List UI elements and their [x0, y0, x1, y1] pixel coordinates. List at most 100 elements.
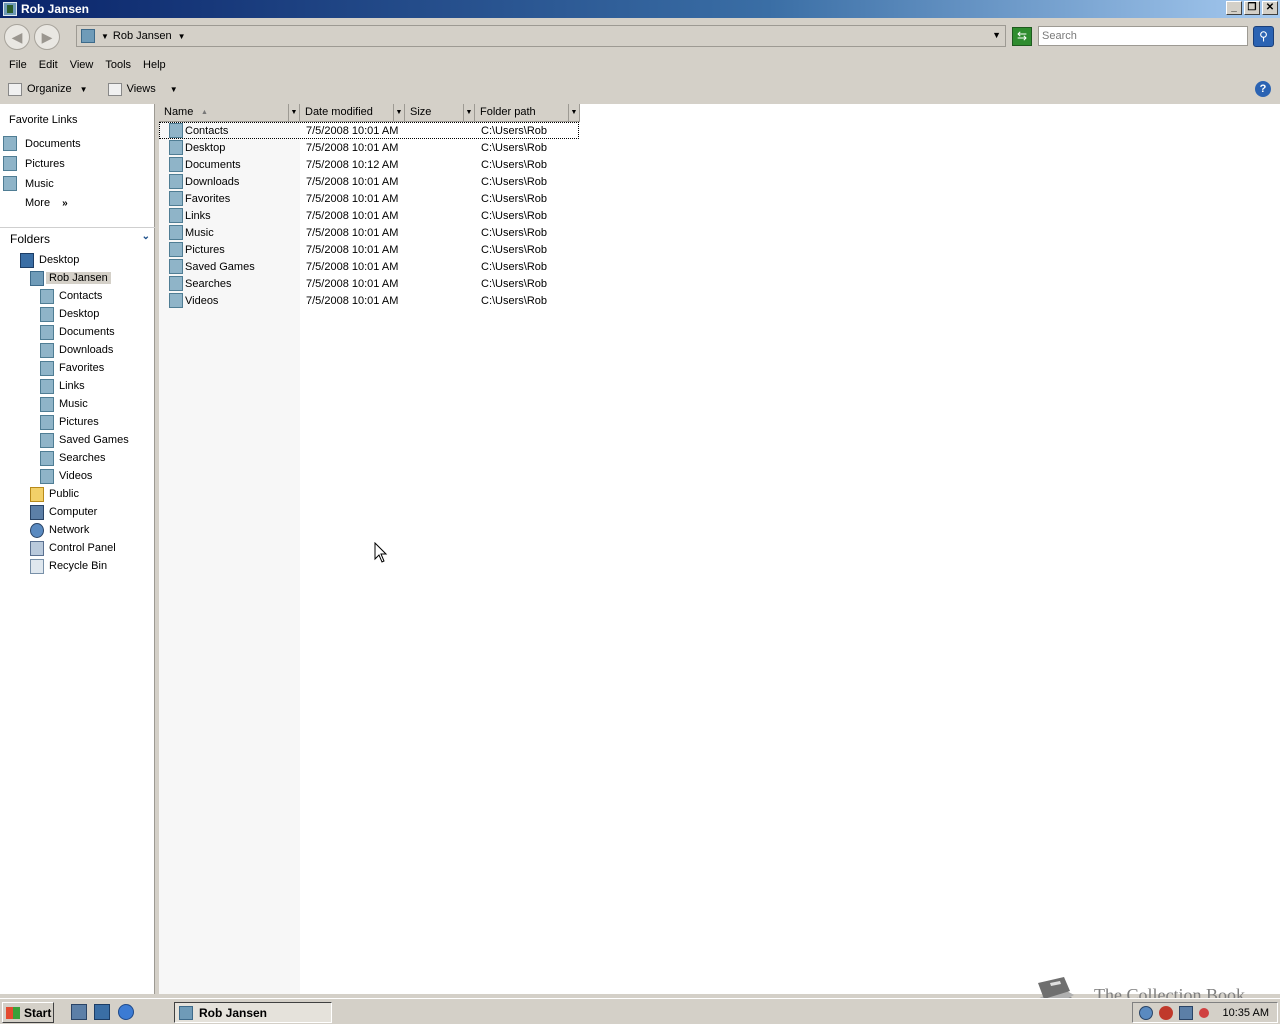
file-list-pane[interactable]: Name ▲ ▼ Date modified ▼ Size ▼ Folder p… — [159, 104, 1280, 994]
tree-item-videos[interactable]: Videos — [40, 468, 92, 484]
file-row-favorites[interactable]: Favorites 7/5/2008 10:01 AM C:\Users\Rob — [159, 190, 579, 207]
more-links-button[interactable]: More » — [25, 197, 68, 209]
file-row-documents[interactable]: Documents 7/5/2008 10:12 AM C:\Users\Rob — [159, 156, 579, 173]
column-header-folder-path[interactable]: Folder path ▼ — [475, 104, 580, 122]
file-row-desktop[interactable]: Desktop 7/5/2008 10:01 AM C:\Users\Rob — [159, 139, 579, 156]
close-button[interactable]: ✕ — [1262, 1, 1278, 15]
tree-item-desktop[interactable]: Desktop — [20, 252, 79, 268]
system-tray: 10:35 AM — [1132, 1002, 1278, 1023]
tree-item-pictures[interactable]: Pictures — [40, 414, 99, 430]
window-controls: _ ❐ ✕ — [1226, 1, 1278, 15]
file-date-modified: 7/5/2008 10:01 AM — [306, 277, 399, 290]
searches-folder-icon — [40, 450, 54, 466]
file-row-downloads[interactable]: Downloads 7/5/2008 10:01 AM C:\Users\Rob — [159, 173, 579, 190]
tree-item-label: Documents — [59, 326, 115, 338]
tree-item-links[interactable]: Links — [40, 378, 85, 394]
column-header-date-modified[interactable]: Date modified ▼ — [300, 104, 405, 122]
tree-item-control-panel[interactable]: Control Panel — [30, 540, 116, 556]
internet-explorer-icon[interactable] — [118, 1004, 134, 1020]
organize-button[interactable]: Organize ▼ — [0, 82, 88, 96]
column-header-size[interactable]: Size ▼ — [405, 104, 475, 122]
restore-icon: ❐ — [1247, 2, 1257, 13]
tree-item-label: Videos — [59, 470, 93, 482]
tree-item-network[interactable]: Network — [30, 522, 89, 538]
public-folder-icon — [30, 486, 44, 502]
tree-item-public[interactable]: Public — [30, 486, 79, 502]
breadcrumb-dropdown-icon[interactable]: ▼ — [178, 32, 186, 41]
tree-item-rob-jansen[interactable]: Rob Jansen — [30, 270, 111, 286]
column-filter-dropdown-icon[interactable]: ▼ — [463, 104, 474, 121]
file-row-music[interactable]: Music 7/5/2008 10:01 AM C:\Users\Rob — [159, 224, 579, 241]
tree-item-computer[interactable]: Computer — [30, 504, 97, 520]
tree-item-desktop-folder[interactable]: Desktop — [40, 306, 99, 322]
file-row-videos[interactable]: Videos 7/5/2008 10:01 AM C:\Users\Rob — [159, 292, 579, 309]
file-date-modified: 7/5/2008 10:01 AM — [306, 294, 399, 307]
search-button[interactable]: ⚲ — [1253, 26, 1274, 47]
tree-item-favorites[interactable]: Favorites — [40, 360, 104, 376]
help-button[interactable]: ? — [1255, 81, 1271, 97]
column-header-name[interactable]: Name ▲ ▼ — [159, 104, 300, 122]
menu-view[interactable]: View — [64, 59, 100, 71]
address-bar[interactable]: ▼ Rob Jansen ▼ ▼ — [76, 25, 1006, 47]
breadcrumb-separator-icon[interactable]: ▼ — [101, 32, 109, 41]
tree-item-downloads[interactable]: Downloads — [40, 342, 113, 358]
address-bar-row: ◀ ▶ ▼ Rob Jansen ▼ ▼ ⇆ Search ⚲ — [0, 22, 1280, 52]
tree-item-label: Downloads — [59, 344, 114, 356]
tree-item-music[interactable]: Music — [40, 396, 88, 412]
restore-button[interactable]: ❐ — [1244, 1, 1260, 15]
tree-item-label: Network — [49, 524, 90, 536]
server-manager-icon[interactable] — [71, 1004, 87, 1020]
column-filter-dropdown-icon[interactable]: ▼ — [288, 104, 299, 121]
search-input[interactable]: Search — [1038, 26, 1248, 46]
back-button[interactable]: ◀ — [4, 24, 30, 50]
show-desktop-icon[interactable] — [94, 1004, 110, 1020]
tree-item-label: Desktop — [59, 308, 100, 320]
favorite-link-pictures[interactable]: Pictures — [3, 156, 65, 171]
system-clock[interactable]: 10:35 AM — [1223, 1007, 1269, 1019]
menu-file[interactable]: File — [3, 59, 33, 71]
breadcrumb-location[interactable]: Rob Jansen — [113, 30, 172, 42]
chevron-down-icon: ⌄ — [141, 231, 150, 242]
videos-folder-icon — [40, 468, 54, 484]
contacts-folder-icon — [40, 288, 54, 304]
menu-tools[interactable]: Tools — [99, 59, 137, 71]
tree-item-saved-games[interactable]: Saved Games — [40, 432, 129, 448]
security-shield-icon[interactable] — [1139, 1005, 1153, 1020]
tree-item-documents[interactable]: Documents — [40, 324, 115, 340]
views-button[interactable]: Views ▼ — [88, 82, 178, 96]
volume-muted-icon[interactable] — [1199, 1007, 1209, 1018]
alert-icon[interactable] — [1159, 1005, 1173, 1020]
user-folder-icon — [179, 1005, 193, 1020]
address-history-dropdown-icon[interactable]: ▼ — [992, 30, 1001, 40]
file-date-modified: 7/5/2008 10:01 AM — [306, 141, 399, 154]
downloads-folder-icon — [169, 174, 183, 189]
taskbar-button-rob-jansen[interactable]: Rob Jansen — [174, 1002, 332, 1023]
file-row-searches[interactable]: Searches 7/5/2008 10:01 AM C:\Users\Rob — [159, 275, 579, 292]
folders-header[interactable]: Folders ⌄ — [0, 227, 155, 249]
column-header-label: Size — [410, 106, 432, 118]
forward-button[interactable]: ▶ — [34, 24, 60, 50]
tree-item-contacts[interactable]: Contacts — [40, 288, 102, 304]
file-row-contacts[interactable]: Contacts 7/5/2008 10:01 AM C:\Users\Rob — [159, 122, 579, 139]
column-filter-dropdown-icon[interactable]: ▼ — [393, 104, 404, 121]
refresh-button[interactable]: ⇆ — [1012, 27, 1032, 46]
file-row-saved-games[interactable]: Saved Games 7/5/2008 10:01 AM C:\Users\R… — [159, 258, 579, 275]
favorite-link-music[interactable]: Music — [3, 176, 54, 191]
title-bar[interactable]: Rob Jansen _ ❐ ✕ — [0, 0, 1280, 18]
window-title: Rob Jansen — [21, 2, 90, 16]
start-button[interactable]: Start — [2, 1002, 54, 1023]
menu-edit[interactable]: Edit — [33, 59, 64, 71]
file-row-pictures[interactable]: Pictures 7/5/2008 10:01 AM C:\Users\Rob — [159, 241, 579, 258]
column-filter-dropdown-icon[interactable]: ▼ — [568, 104, 579, 121]
file-folder-path: C:\Users\Rob — [481, 124, 548, 137]
minimize-button[interactable]: _ — [1226, 1, 1242, 15]
close-icon: ✕ — [1265, 2, 1275, 13]
file-row-links[interactable]: Links 7/5/2008 10:01 AM C:\Users\Rob — [159, 207, 579, 224]
tree-item-searches[interactable]: Searches — [40, 450, 105, 466]
documents-folder-icon — [40, 324, 54, 340]
network-status-icon[interactable] — [1179, 1005, 1193, 1020]
tree-item-recycle-bin[interactable]: Recycle Bin — [30, 558, 107, 574]
computer-icon — [30, 504, 44, 520]
favorite-link-documents[interactable]: Documents — [3, 136, 81, 151]
menu-help[interactable]: Help — [137, 59, 172, 71]
